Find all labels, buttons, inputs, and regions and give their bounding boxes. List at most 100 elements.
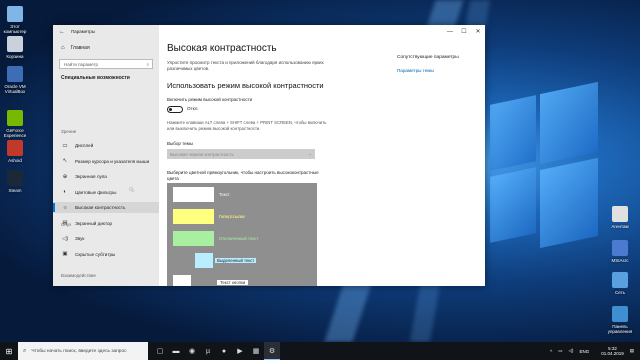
store-icon[interactable]: ▦ xyxy=(248,342,264,360)
desktop-icon[interactable]: Панель управления xyxy=(605,306,635,334)
title-bar: ← Параметры xyxy=(53,25,159,38)
desktop-icon-label: MSIAsrc xyxy=(611,258,629,263)
group-hearing-header: Слух xyxy=(61,222,72,227)
desktop-icon[interactable]: Steam xyxy=(0,170,30,193)
desktop-icon-label: Сеть xyxy=(614,290,625,295)
sidebar-item-label: Высокая контрастность xyxy=(75,205,126,210)
sidebar-item[interactable]: ◁) Звук xyxy=(53,233,159,244)
search-icon: ⌕ xyxy=(23,347,27,354)
network-icon[interactable]: ▭ xyxy=(558,348,562,354)
windows-logo-pane xyxy=(540,81,598,165)
sidebar-item-label: Звук xyxy=(75,236,85,241)
taskbar: ⊞ ⌕ Чтобы начать поиск, введите здесь за… xyxy=(0,342,640,360)
theme-dropdown[interactable]: Высокая черная контрастность ⌄ xyxy=(167,149,315,159)
settings-sidebar: ← Параметры ⌂ Главная Найти параметр ⌕ С… xyxy=(53,25,159,286)
desktop-app-icon xyxy=(612,272,628,288)
sidebar-item-label: Дисплей xyxy=(75,143,94,148)
desktop-icon-label: Корзина xyxy=(6,54,24,59)
language-indicator[interactable]: ENG xyxy=(579,349,589,354)
swatch-label: Текст xyxy=(219,192,230,197)
theme-dropdown-value: Высокая черная контрастность xyxy=(170,151,234,157)
desktop-icon-label: Этот компьютер xyxy=(3,24,27,34)
color-filter-icon: ◐ xyxy=(63,189,67,195)
clock[interactable]: 5:32 01.04.2019 xyxy=(595,346,624,356)
settings-icon[interactable]: ⚙ xyxy=(264,342,280,360)
volume-icon[interactable]: ◁) xyxy=(568,348,573,354)
explorer-icon[interactable]: ▬ xyxy=(168,342,184,360)
desktop-icon-label: Ashoid xyxy=(8,158,22,163)
desktop-app-icon xyxy=(7,140,23,156)
sound-icon: ◁) xyxy=(61,235,69,242)
desktop-icon[interactable]: Этот компьютер xyxy=(0,6,30,34)
group-vision-header: Зрение xyxy=(61,129,77,134)
media-icon[interactable]: ▶ xyxy=(232,342,248,360)
desktop-icon[interactable]: Сеть xyxy=(605,272,635,295)
desktop-icon[interactable]: GeForce Experience xyxy=(0,110,30,138)
windows-logo-pane xyxy=(490,167,536,243)
desktop-app-icon xyxy=(7,6,23,22)
sidebar-item-label: Размер курсора и указателя мыши xyxy=(75,158,150,164)
swatch-label: Текст кнопки xyxy=(217,280,249,285)
color-swatch[interactable] xyxy=(173,275,191,286)
notifications-icon[interactable]: ▤ xyxy=(630,348,634,354)
desktop-icon[interactable]: MSIAsrc xyxy=(605,240,635,263)
taskbar-search[interactable]: ⌕ Чтобы начать поиск, введите здесь запр… xyxy=(18,342,148,360)
page-title: Высокая контрастность xyxy=(167,43,277,54)
sidebar-item-label: Скрытые субтитры xyxy=(75,251,116,257)
home-icon: ⌂ xyxy=(61,45,65,51)
chevron-down-icon: ⌄ xyxy=(308,151,312,156)
chevron-up-icon[interactable]: ^ xyxy=(550,349,552,354)
captions-icon: ▣ xyxy=(62,251,68,257)
clock-date: 01.04.2019 xyxy=(601,351,624,356)
taskview-icon[interactable]: ▢ xyxy=(152,342,168,360)
windows-logo-pane xyxy=(490,95,536,171)
desktop-icon-label: Steam xyxy=(8,188,22,193)
related-settings-title: Сопутствующие параметры xyxy=(397,55,459,60)
color-swatch[interactable] xyxy=(173,231,214,246)
chrome-icon[interactable]: ◉ xyxy=(184,342,200,360)
back-arrow-icon[interactable]: ← xyxy=(59,29,65,35)
windows-logo-pane xyxy=(540,157,598,249)
sidebar-item[interactable]: ▣ Скрытые субтитры xyxy=(53,249,159,260)
settings-search-input[interactable]: Найти параметр ⌕ xyxy=(59,59,153,69)
section-title: Специальные возможности xyxy=(61,75,130,81)
start-button[interactable]: ⊞ xyxy=(0,342,18,360)
color-swatch[interactable] xyxy=(173,187,214,202)
desktop-icon[interactable]: Корзина xyxy=(0,36,30,59)
desktop-icon-label: GeForce Experience xyxy=(3,128,27,138)
theme-settings-link[interactable]: Параметры темы xyxy=(397,68,434,73)
sidebar-item[interactable]: ▭ Дисплей xyxy=(53,140,159,151)
desktop-icon-label: Агентам xyxy=(611,224,629,229)
nav-home[interactable]: ⌂ Главная xyxy=(61,45,90,51)
color-swatch[interactable] xyxy=(195,253,213,268)
mouse-cursor-icon: ↖ xyxy=(129,187,135,194)
display-icon: ▭ xyxy=(62,142,68,149)
desktop-icon[interactable]: Oracle VM VirtualBox xyxy=(0,66,30,94)
sidebar-item[interactable]: ◐ Цветовые фильтры xyxy=(53,187,159,198)
search-icon: ⌕ xyxy=(146,61,149,67)
sidebar-item-label: Экранная лупа xyxy=(75,174,107,179)
desktop-app-icon xyxy=(612,240,628,256)
sidebar-item-label: Цветовые фильтры xyxy=(75,189,117,195)
desktop-icon[interactable]: Ashoid xyxy=(0,140,30,163)
swatch-label: Гиперссылки xyxy=(219,214,245,219)
sidebar-item[interactable]: ☼ Высокая контрастность xyxy=(53,202,159,213)
magnifier-icon: ⊕ xyxy=(62,173,68,180)
color-swatch[interactable] xyxy=(173,209,214,224)
sidebar-item[interactable]: ⊕ Экранная лупа xyxy=(53,171,159,182)
section-heading: Использовать режим высокой контрастности xyxy=(167,81,324,90)
desktop-icon-label: Панель управления xyxy=(607,324,633,334)
nav-home-label: Главная xyxy=(70,45,90,51)
app-icon[interactable]: ● xyxy=(216,342,232,360)
desktop-app-icon xyxy=(7,66,23,82)
settings-content: Высокая контрастность Упростите просмотр… xyxy=(159,25,485,286)
desktop-icon[interactable]: Агентам xyxy=(605,206,635,229)
utorrent-icon[interactable]: µ xyxy=(200,342,216,360)
high-contrast-toggle[interactable] xyxy=(167,106,183,113)
settings-window: ← Параметры ⌂ Главная Найти параметр ⌕ С… xyxy=(53,25,485,286)
color-pick-label: Выберите цветной прямоугольник, чтобы на… xyxy=(167,170,319,181)
swatch-label: Выделенный текст xyxy=(215,258,257,263)
sidebar-item[interactable]: ↖ Размер курсора и указателя мыши xyxy=(53,156,159,167)
contrast-icon: ☼ xyxy=(62,204,68,211)
desktop-app-icon xyxy=(7,36,23,52)
